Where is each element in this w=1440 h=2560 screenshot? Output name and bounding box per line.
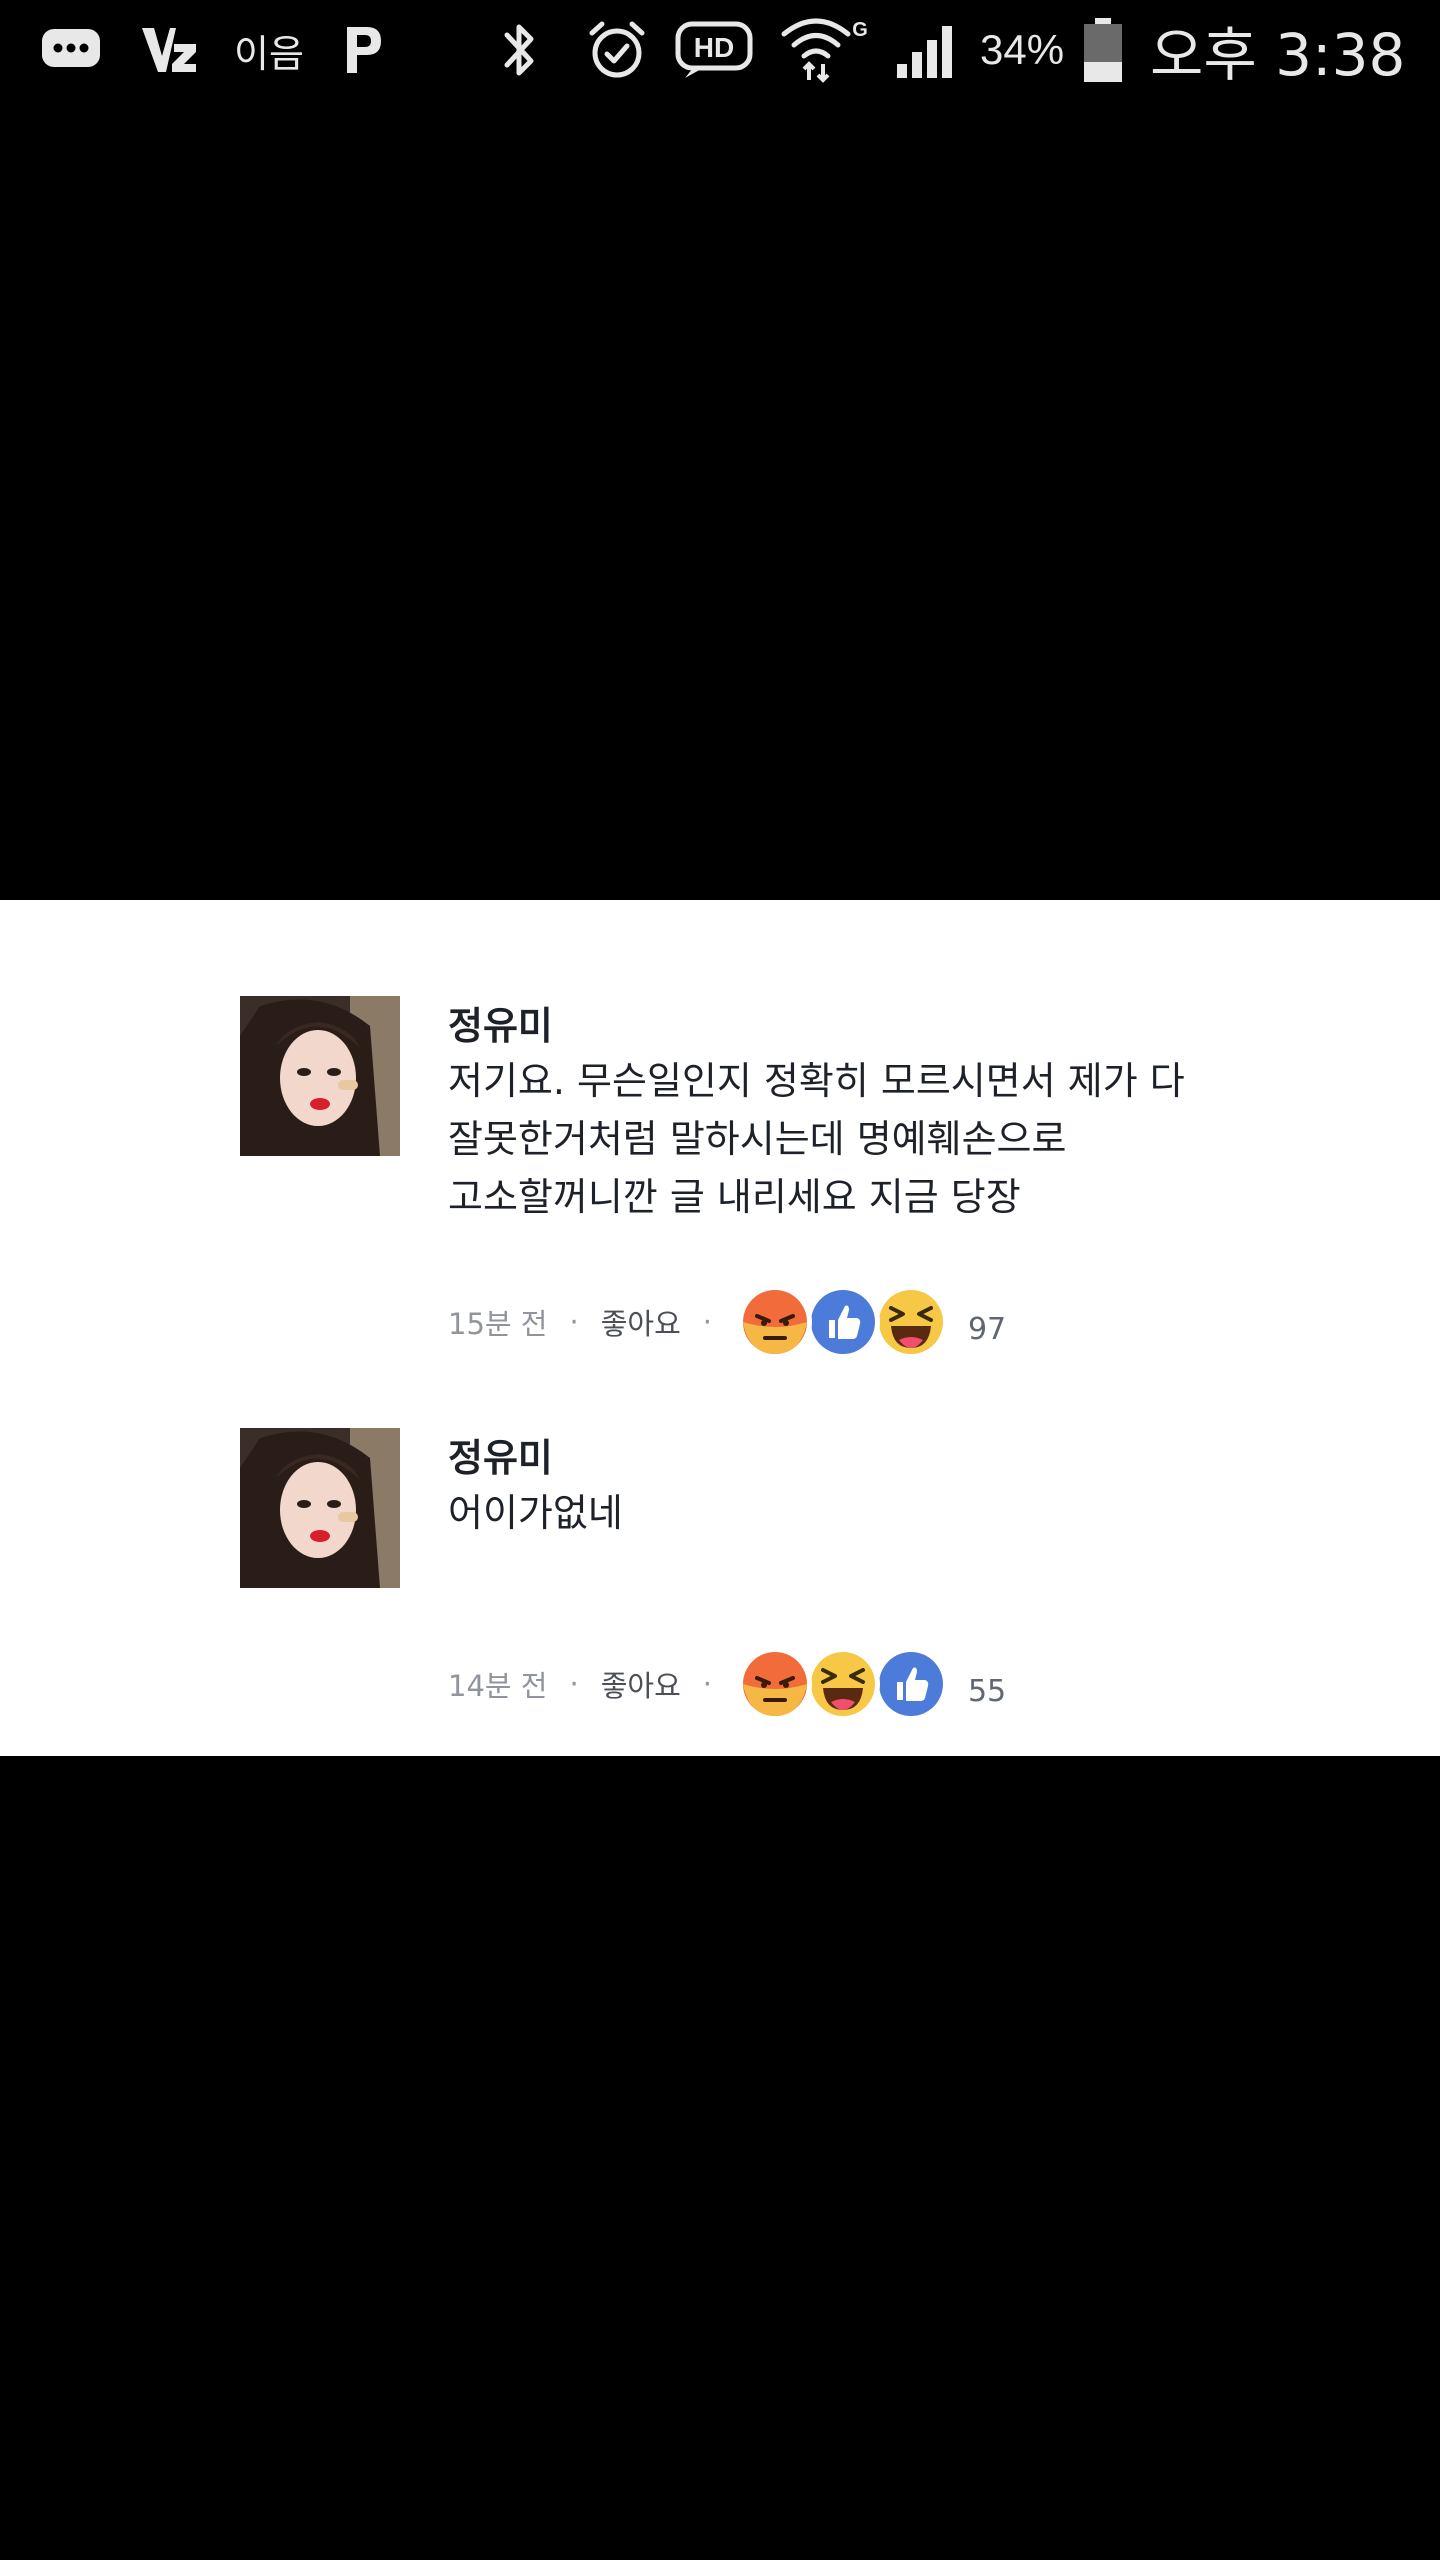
call-app-label: 이음	[234, 31, 304, 76]
status-bar: 이음 HD G 34% 오후 3:38	[0, 0, 1440, 100]
separator-dot: ·	[702, 1305, 712, 1339]
separator-dot: ·	[702, 1667, 712, 1701]
v-app-icon	[136, 18, 202, 82]
comment-author[interactable]: 정유미	[448, 1430, 553, 1486]
reactions-summary[interactable]	[737, 1647, 948, 1721]
reactions-summary[interactable]	[737, 1285, 948, 1359]
alarm-icon	[584, 18, 650, 82]
like-reaction-icon	[873, 1647, 948, 1721]
angry-reaction-icon	[737, 1647, 812, 1721]
signal-icon	[892, 18, 962, 82]
comment-body-line: 저기요. 무슨일인지 정확히 모르시면서 제가 다	[448, 1059, 1185, 1103]
clock: 오후 3:38	[1150, 21, 1406, 89]
comment-meta: 15분 전 · 좋아요 · 97	[448, 1282, 1006, 1362]
like-reaction-icon	[805, 1285, 880, 1359]
comment-body: 어이가없네	[448, 1484, 1348, 1542]
comment-thread-image: 정유미 저기요. 무슨일인지 정확히 모르시면서 제가 다 잘못한거처럼 말하시…	[0, 900, 1440, 1756]
message-icon	[38, 18, 104, 82]
battery-percent: 34%	[980, 26, 1065, 73]
battery-icon	[1078, 18, 1128, 82]
comment-body-line: 잘못한거처럼 말하시는데 명예훼손으로	[448, 1117, 1067, 1161]
reaction-count[interactable]: 55	[968, 1660, 1006, 1709]
separator-dot: ·	[569, 1305, 579, 1339]
comment-body: 저기요. 무슨일인지 정확히 모르시면서 제가 다 잘못한거처럼 말하시는데 명…	[448, 1052, 1348, 1226]
svg-text:G: G	[852, 19, 868, 41]
comment-body-line: 어이가없네	[448, 1491, 623, 1535]
comment-meta: 14분 전 · 좋아요 · 55	[448, 1644, 1006, 1724]
haha-reaction-icon	[873, 1285, 948, 1359]
comment-body-line: 고소할꺼니깐 글 내리세요 지금 당장	[448, 1175, 1021, 1219]
avatar[interactable]	[240, 1428, 400, 1588]
haha-reaction-icon	[805, 1647, 880, 1721]
angry-reaction-icon	[737, 1285, 812, 1359]
comment-time[interactable]: 15분 전	[448, 1301, 547, 1343]
reaction-count[interactable]: 97	[968, 1298, 1006, 1347]
comment-time[interactable]: 14분 전	[448, 1663, 547, 1705]
like-button[interactable]: 좋아요	[601, 1301, 681, 1343]
wifi-icon: G	[778, 18, 868, 83]
p-app-icon	[340, 18, 386, 82]
svg-text:HD: HD	[694, 32, 734, 63]
hd-icon: HD	[674, 18, 754, 82]
comment-author[interactable]: 정유미	[448, 998, 553, 1054]
bluetooth-icon	[494, 18, 544, 82]
separator-dot: ·	[569, 1667, 579, 1701]
like-button[interactable]: 좋아요	[601, 1663, 681, 1705]
avatar[interactable]	[240, 996, 400, 1156]
